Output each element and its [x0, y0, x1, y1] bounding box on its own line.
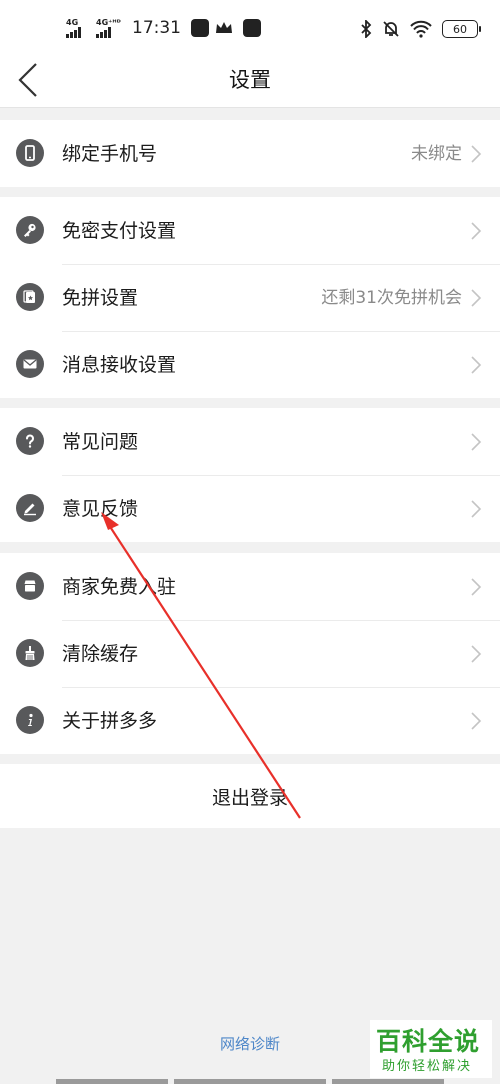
- settings-row-label: 清除缓存: [62, 643, 139, 665]
- chevron-right-icon: [471, 433, 482, 451]
- signal-2-label: 4G⁺ᴴᴰ: [96, 18, 121, 27]
- chevron-right-icon: [471, 289, 482, 307]
- store-icon: [16, 572, 44, 600]
- signal-2: 4G⁺ᴴᴰ: [96, 18, 121, 38]
- pencil-icon: [16, 494, 44, 522]
- settings-row-bind-phone[interactable]: 绑定手机号 未绑定: [0, 120, 500, 187]
- settings-row-label: 关于拼多多: [62, 710, 158, 732]
- status-time: 17:31: [132, 18, 181, 38]
- settings-row-about[interactable]: 关于拼多多: [0, 687, 500, 754]
- phone-icon: [16, 139, 44, 167]
- settings-row-label: 绑定手机号: [62, 143, 158, 165]
- settings-row-faq[interactable]: 常见问题: [0, 408, 500, 475]
- settings-row-group-free[interactable]: 免拼设置 还剩31次免拼机会: [0, 264, 500, 331]
- signal-1-label: 4G: [66, 18, 79, 27]
- watermark-subtitle: 助你轻松解决: [382, 1059, 473, 1074]
- settings-section-other: 商家免费入驻 清除缓存 关于拼多多: [0, 553, 500, 754]
- settings-row-label: 免密支付设置: [62, 220, 177, 242]
- chevron-right-icon: [471, 356, 482, 374]
- settings-row-merchant-join[interactable]: 商家免费入驻: [0, 553, 500, 620]
- settings-row-value: 未绑定: [411, 144, 462, 164]
- question-icon: [16, 427, 44, 455]
- watermark-logo: 百科全说 助你轻松解决: [370, 1020, 492, 1078]
- settings-section-payment: 免密支付设置 免拼设置 还剩31次免拼机会 消息接收设置: [0, 197, 500, 398]
- chevron-right-icon: [471, 145, 482, 163]
- envelope-icon: [16, 350, 44, 378]
- status-left: 4G 4G⁺ᴴᴰ 17:31: [66, 16, 261, 40]
- chevron-right-icon: [471, 222, 482, 240]
- settings-row-value: 还剩31次免拼机会: [321, 288, 462, 308]
- logout-button[interactable]: 退出登录: [0, 764, 500, 828]
- settings-row-password-free-pay[interactable]: 免密支付设置: [0, 197, 500, 264]
- settings-row-label: 商家免费入驻: [62, 576, 177, 598]
- signal-bars-icon: [66, 27, 81, 38]
- settings-row-label: 常见问题: [62, 431, 139, 453]
- mail-notification-icon: [243, 19, 261, 37]
- status-right: 60: [360, 18, 481, 40]
- watermark-title: 百科全说: [376, 1027, 481, 1056]
- info-icon: [16, 706, 44, 734]
- wifi-icon: [410, 20, 432, 38]
- battery-icon: 60: [442, 20, 481, 38]
- signal-bars-icon: [96, 27, 111, 38]
- settings-row-label: 消息接收设置: [62, 354, 177, 376]
- chevron-right-icon: [471, 712, 482, 730]
- broom-icon: [16, 639, 44, 667]
- status-bar: 4G 4G⁺ᴴᴰ 17:31 60: [0, 0, 500, 56]
- nav-bar: 设置: [0, 56, 500, 108]
- crown-icon: [216, 22, 232, 33]
- mute-bell-icon: [383, 21, 399, 37]
- bluetooth-icon: [361, 20, 372, 38]
- app-notification-icon: [191, 19, 209, 37]
- settings-row-clear-cache[interactable]: 清除缓存: [0, 620, 500, 687]
- bottom-nav-indicator: [56, 1079, 444, 1084]
- settings-row-label: 免拼设置: [62, 287, 139, 309]
- settings-section-help: 常见问题 意见反馈: [0, 408, 500, 542]
- chevron-right-icon: [471, 578, 482, 596]
- chevron-right-icon: [471, 645, 482, 663]
- settings-row-feedback[interactable]: 意见反馈: [0, 475, 500, 542]
- signal-1: 4G: [66, 18, 90, 38]
- settings-section-account: 绑定手机号 未绑定: [0, 120, 500, 187]
- settings-row-message-receive[interactable]: 消息接收设置: [0, 331, 500, 398]
- page-title: 设置: [229, 68, 271, 92]
- key-icon: [16, 216, 44, 244]
- card-icon: [16, 283, 44, 311]
- settings-row-label: 意见反馈: [62, 498, 139, 520]
- chevron-right-icon: [471, 500, 482, 518]
